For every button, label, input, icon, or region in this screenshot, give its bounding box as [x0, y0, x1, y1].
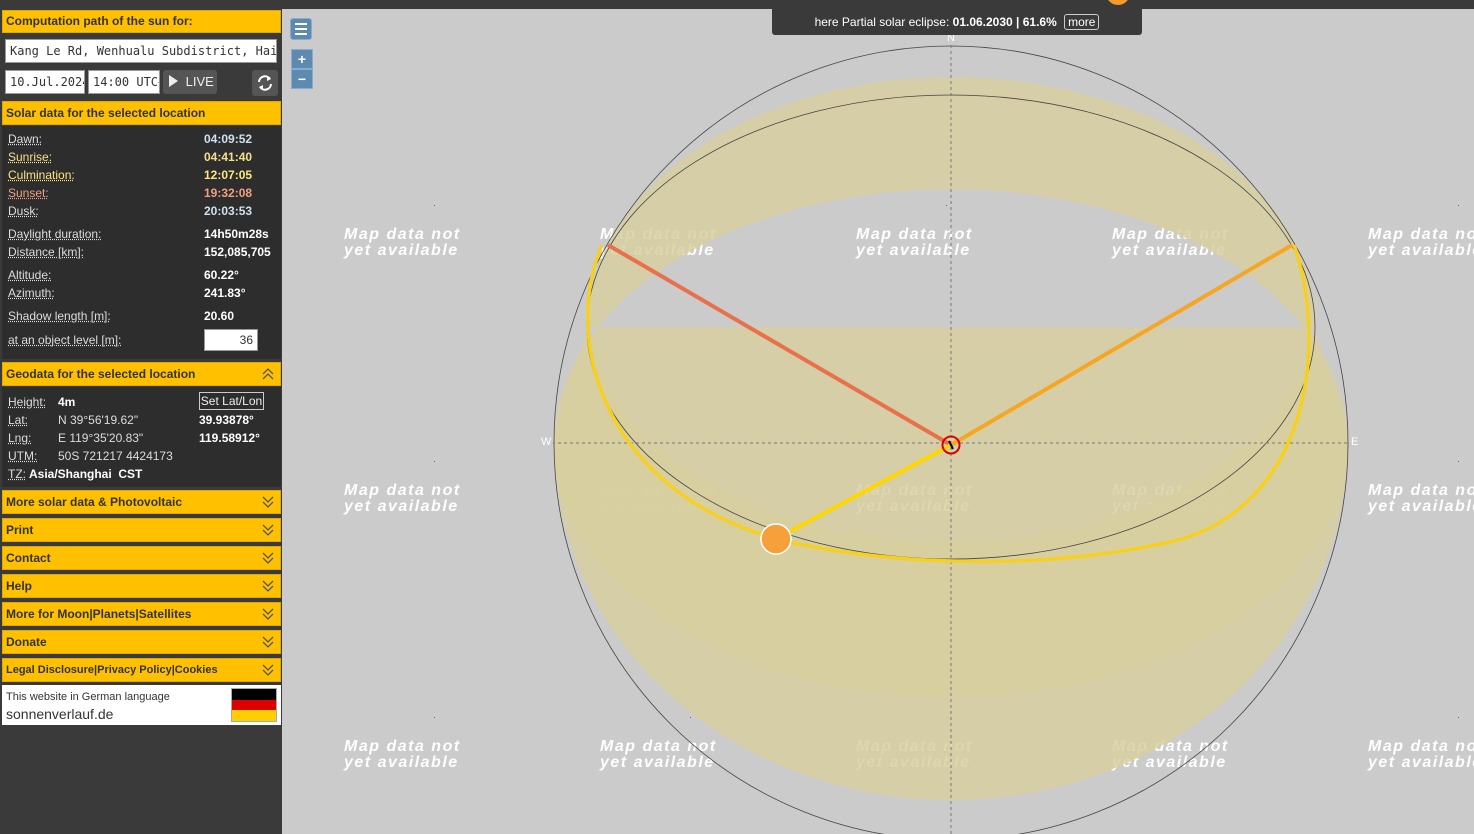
- section-moon-planets[interactable]: More for Moon|Planets|Satellites: [2, 602, 281, 626]
- refresh-button[interactable]: [252, 70, 278, 96]
- sunrise-value: 04:41:40: [204, 150, 253, 164]
- german-site-link[interactable]: This website in German language sonnenve…: [2, 685, 281, 725]
- top-bar: [0, 0, 1474, 9]
- distance-value: 152,085,705: [204, 245, 271, 259]
- sidebar: Computation path of the sun for: Kang Le…: [0, 9, 282, 834]
- lat-dms: N 39°56'19.62": [58, 413, 139, 427]
- zoom-out-button[interactable]: −: [291, 69, 313, 89]
- shadow-length-label: Shadow length [m]:: [8, 309, 111, 323]
- tz-label: TZ:: [8, 467, 26, 481]
- sun-path-map[interactable]: Map data not yet available Map data not yet…: [282, 9, 1474, 834]
- menu-button[interactable]: [290, 18, 312, 40]
- section-label: More solar data & Photovoltaic: [6, 495, 183, 509]
- altitude-value: 60.22°: [204, 268, 239, 282]
- lat-label: Lat:: [8, 413, 29, 427]
- section-print[interactable]: Print: [2, 518, 281, 542]
- german-note: This website in German language: [6, 691, 170, 703]
- sun-position-marker: [760, 523, 792, 555]
- object-level-label: at an object level [m]:: [8, 333, 122, 347]
- sunrise-label: Sunrise:: [8, 150, 53, 164]
- expand-icon: [262, 636, 274, 648]
- daylight-value: 14h50m28s: [204, 227, 269, 241]
- expand-icon: [262, 580, 274, 592]
- dusk-value: 20:03:53: [204, 204, 253, 218]
- eclipse-date: 01.06.2030 | 61.6%: [952, 15, 1057, 29]
- utm-label: UTM:: [8, 449, 38, 463]
- live-button[interactable]: LIVE: [163, 70, 217, 94]
- sun-path-diagram: [546, 39, 1354, 834]
- geodata-panel: Height: 4m Set Lat/Lon Lat: N 39°56'19.6…: [2, 387, 281, 487]
- section-label: Legal Disclosure|Privacy Policy|Cookies: [6, 664, 218, 676]
- dusk-label: Dusk:: [8, 204, 39, 218]
- set-latlon-button[interactable]: Set Lat/Lon: [199, 392, 264, 410]
- time-field[interactable]: 14:00 UTC+8: [88, 70, 160, 94]
- section-label: Print: [6, 523, 34, 537]
- menu-icon: [295, 23, 307, 35]
- sunset-value: 19:32:08: [204, 186, 253, 200]
- section-legal[interactable]: Legal Disclosure|Privacy Policy|Cookies: [2, 658, 281, 682]
- geodata-header[interactable]: Geodata for the selected location: [2, 362, 281, 386]
- date-field[interactable]: 10.Jul.2024: [5, 70, 85, 94]
- expand-icon: [262, 496, 274, 508]
- eclipse-prefix: here Partial solar eclipse:: [814, 15, 950, 29]
- lat-decimal: 39.93878°: [199, 413, 254, 427]
- azimuth-value: 241.83°: [204, 286, 246, 300]
- azimuth-label: Azimuth:: [8, 286, 55, 300]
- section-help[interactable]: Help: [2, 574, 281, 598]
- zoom-in-button[interactable]: +: [291, 49, 313, 69]
- play-icon: [169, 75, 178, 87]
- german-flag-icon: [231, 688, 277, 722]
- expand-icon: [262, 524, 274, 536]
- section-label: Help: [6, 579, 33, 593]
- geodata-title: Geodata for the selected location: [6, 367, 196, 381]
- daylight-label: Daylight duration:: [8, 227, 102, 241]
- expand-icon: [262, 608, 274, 620]
- expand-icon: [262, 552, 274, 564]
- sunset-label: Sunset:: [8, 186, 49, 200]
- section-label: Donate: [6, 635, 47, 649]
- west-label: W: [539, 436, 554, 448]
- distance-label: Distance [km]:: [8, 245, 85, 259]
- utm-value: 50S 721217 4424173: [58, 449, 173, 463]
- culmination-value: 12:07:05: [204, 168, 253, 182]
- lng-label: Lng:: [8, 431, 32, 445]
- eclipse-more-button[interactable]: more: [1064, 14, 1100, 30]
- section-label: Contact: [6, 551, 51, 565]
- eclipse-banner: here Partial solar eclipse: 01.06.2030 |…: [772, 9, 1142, 35]
- lng-decimal: 119.58912°: [199, 431, 260, 445]
- expand-icon: [262, 664, 274, 676]
- collapse-icon[interactable]: [262, 366, 274, 382]
- solar-data-panel: Dawn: 04:09:52 Sunrise: 04:41:40 Culmina…: [2, 126, 281, 359]
- tz-value: Asia/Shanghai CST: [29, 467, 143, 481]
- section-more-solar[interactable]: More solar data & Photovoltaic: [2, 490, 281, 514]
- refresh-icon: [258, 75, 272, 91]
- page-title: Computation path of the sun for:: [2, 10, 281, 33]
- height-label: Height:: [8, 395, 47, 409]
- live-label: LIVE: [185, 74, 214, 89]
- object-level-input[interactable]: 36: [204, 329, 258, 351]
- dawn-label: Dawn:: [8, 132, 43, 146]
- solar-data-header[interactable]: Solar data for the selected location: [2, 101, 281, 125]
- section-contact[interactable]: Contact: [2, 546, 281, 570]
- culmination-label: Culmination:: [8, 168, 75, 182]
- location-input[interactable]: Kang Le Rd, Wenhualu Subdistrict, Haigan…: [5, 39, 277, 63]
- lng-dms: E 119°35'20.83": [58, 431, 144, 445]
- altitude-label: Altitude:: [8, 268, 52, 282]
- dawn-value: 04:09:52: [204, 132, 253, 146]
- shadow-length-value: 20.60: [204, 309, 235, 323]
- section-label: More for Moon|Planets|Satellites: [6, 607, 192, 621]
- height-value: 4m: [58, 395, 76, 409]
- east-label: E: [1349, 436, 1361, 448]
- section-donate[interactable]: Donate: [2, 630, 281, 654]
- sun-indicator-icon[interactable]: [1106, 0, 1130, 5]
- site-name: sonnenverlauf.de: [6, 706, 114, 722]
